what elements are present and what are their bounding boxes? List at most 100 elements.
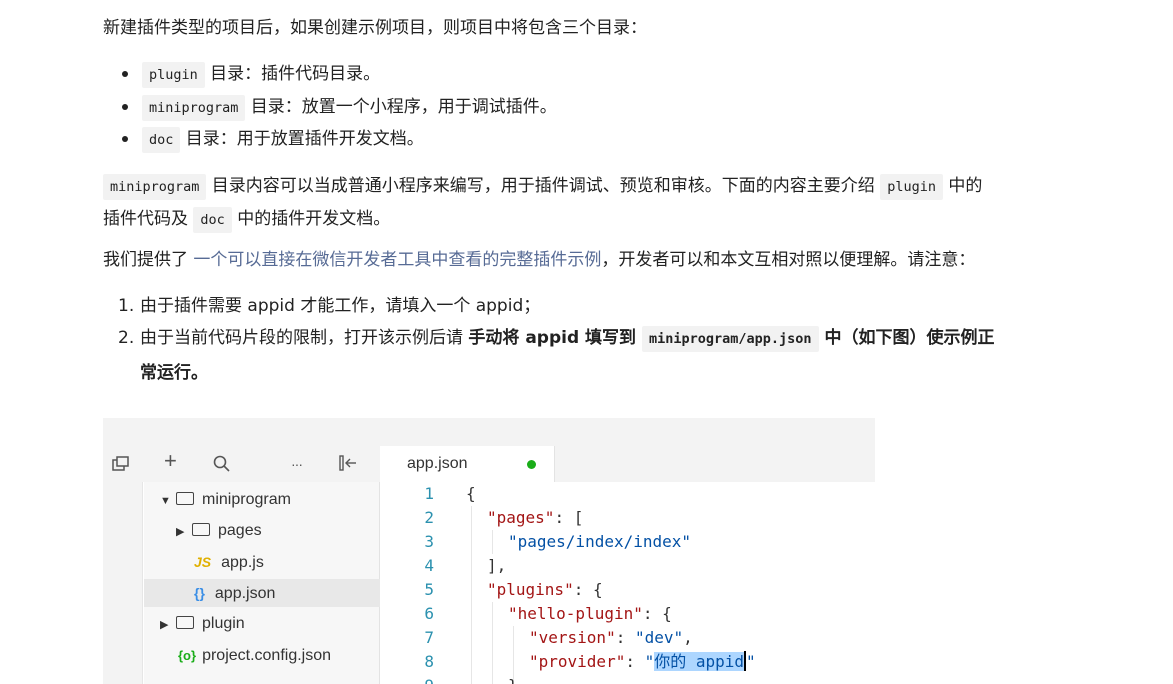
tree-item-label: project.config.json: [202, 647, 332, 664]
code-punct: :: [615, 628, 635, 647]
bullet: [122, 71, 128, 77]
json-string: "dev": [634, 628, 684, 647]
inline-code: plugin: [142, 62, 205, 88]
example-paragraph: 我们提供了 一个可以直接在微信开发者工具中查看的完整插件示例，开发者可以和本文互…: [103, 244, 975, 276]
list-item-text: 目录：放置一个小程序，用于调试插件。: [245, 96, 557, 117]
folder-open-icon: [176, 492, 194, 505]
line-number: 6: [424, 604, 434, 623]
code-line: 8 "provider": "你的 appid ": [380, 650, 875, 674]
tab-label: app.json: [407, 455, 468, 472]
code-text: "plugins": {: [487, 578, 603, 602]
json-key: "pages": [487, 508, 555, 527]
more-icon[interactable]: ···: [291, 455, 303, 473]
line-number: 1: [424, 484, 434, 503]
collapse-panel-icon[interactable]: [339, 454, 359, 476]
bullet: [122, 136, 128, 142]
tab-app-json[interactable]: app.json: [380, 446, 555, 482]
json-string: "pages/index/index": [508, 532, 692, 551]
bold-text: 常运行。: [140, 363, 208, 383]
tree-item-miniprogram[interactable]: ▼ miniprogram: [160, 486, 291, 514]
js-file-icon: JS: [194, 554, 212, 570]
code-text: "provider": "你的 appid ": [529, 650, 756, 674]
code-punct: ,: [683, 628, 693, 647]
selected-appid-text[interactable]: 你的 appid: [654, 652, 745, 671]
line-number: 3: [424, 532, 434, 551]
file-explorer: ▼ miniprogram ▶ pages JS app.js {} app.json …: [144, 482, 380, 684]
directory-list: plugin 目录：插件代码目录。 miniprogram 目录：放置一个小程序…: [118, 58, 557, 156]
json-key: "plugins": [487, 580, 574, 599]
json-file-icon: {}: [194, 585, 205, 601]
code-text: ],: [487, 556, 507, 575]
list-item-text: 由于当前代码片段的限制，打开该示例后请: [140, 328, 469, 348]
config-file-icon: {o}: [178, 648, 197, 663]
list-item: plugin 目录：插件代码目录。: [118, 58, 557, 91]
list-item: 1. 由于插件需要 appid 才能工作，请填入一个 appid；: [118, 290, 994, 322]
code-text: "version": "dev",: [529, 626, 693, 650]
code-line: 2 "pages": [: [380, 506, 875, 530]
notes-list: 1. 由于插件需要 appid 才能工作，请填入一个 appid； 2. 由于当前代…: [118, 290, 994, 389]
json-key: "provider": [529, 652, 626, 671]
paragraph-text: 中的插件开发文档。: [231, 209, 391, 229]
chevron-right-icon: ▶: [160, 619, 169, 631]
code-line: 6 "hello-plugin": {: [380, 602, 875, 626]
list-item-text: 目录：用于放置插件开发文档。: [180, 129, 424, 149]
code-text: "pages": [: [487, 506, 583, 530]
json-string: ": [644, 652, 655, 671]
chevron-right-icon: ▶: [176, 526, 185, 538]
inline-code: plugin: [880, 174, 943, 200]
tree-item-project-config[interactable]: {o} project.config.json: [178, 642, 331, 670]
paragraph-text: ，开发者可以和本文互相对照以便理解。请注意：: [601, 250, 976, 270]
code-text: "pages/index/index": [508, 530, 691, 554]
json-string: ": [746, 652, 756, 671]
code-punct: : [: [554, 508, 584, 527]
inline-code: doc: [193, 207, 232, 233]
code-line: 4],: [380, 554, 875, 578]
code-text: "hello-plugin": {: [508, 602, 672, 626]
code-punct: : {: [573, 580, 603, 599]
ide-screenshot: + ··· ▼ miniprogram ▶ pages JS app.js {} app…: [103, 418, 875, 684]
list-number: 2.: [118, 328, 135, 348]
list-item: miniprogram 目录：放置一个小程序，用于调试插件。: [118, 91, 557, 124]
list-item-continuation: 常运行。: [118, 357, 994, 389]
list-item-text: 由于插件需要 appid 才能工作，请填入一个 appid；: [140, 296, 541, 316]
editor-tab-bar: app.json: [380, 446, 875, 482]
code-punct: :: [625, 652, 645, 671]
inline-code: miniprogram: [142, 94, 246, 121]
list-number: 1.: [118, 296, 135, 316]
chevron-down-icon: ▼: [160, 495, 171, 507]
line-number: 8: [424, 652, 434, 671]
code-line: 7 "version": "dev",: [380, 626, 875, 650]
line-number: 9: [380, 674, 434, 684]
list-item: doc 目录：用于放置插件开发文档。: [118, 123, 557, 156]
miniprogram-paragraph: miniprogram 目录内容可以当成普通小程序来编写，用于插件调试、预览和审…: [103, 170, 982, 203]
list-item: 2. 由于当前代码片段的限制，打开该示例后请 手动将 appid 填写到 mini…: [118, 322, 994, 355]
search-icon[interactable]: [213, 455, 231, 477]
code-text: {: [466, 484, 476, 503]
tree-item-label: plugin: [202, 615, 245, 632]
panels-icon[interactable]: [112, 456, 130, 476]
add-file-icon[interactable]: +: [164, 450, 177, 472]
paragraph-text: 中的: [943, 176, 983, 196]
tree-item-label: app.js: [221, 554, 264, 571]
line-number: 4: [424, 556, 434, 575]
paragraph-text: 目录内容可以当成普通小程序来编写，用于插件调试、预览和审核。下面的内容主要介绍: [206, 176, 881, 196]
intro-paragraph: 新建插件类型的项目后，如果创建示例项目，则项目中将包含三个目录：: [103, 18, 647, 38]
tree-item-label: miniprogram: [202, 491, 291, 508]
plugin-example-link[interactable]: 一个可以直接在微信开发者工具中查看的完整插件示例: [193, 250, 601, 270]
tree-item-pages[interactable]: ▶ pages: [176, 517, 262, 545]
inline-code: doc: [142, 127, 181, 153]
code-editor[interactable]: 1{ 2 "pages": [ 3 "pages/index/index" 4], …: [380, 482, 875, 684]
bold-text: 中（如下图）使示例正: [818, 328, 995, 348]
inline-code: miniprogram: [103, 174, 207, 200]
code-punct: : {: [642, 604, 672, 623]
paragraph-text: 插件代码及: [103, 209, 194, 229]
tree-item-app-js[interactable]: JS app.js: [194, 548, 264, 576]
code-line: 9}: [380, 674, 875, 684]
json-key: "hello-plugin": [508, 604, 643, 623]
list-item-text: 目录：插件代码目录。: [204, 64, 381, 84]
tree-item-plugin[interactable]: ▶ plugin: [160, 610, 245, 638]
miniprogram-paragraph-cont: 插件代码及 doc 中的插件开发文档。: [103, 203, 390, 236]
tree-item-app-json[interactable]: {} app.json: [144, 579, 380, 607]
folder-icon: [176, 616, 194, 629]
unsaved-dot-icon: [527, 460, 536, 469]
